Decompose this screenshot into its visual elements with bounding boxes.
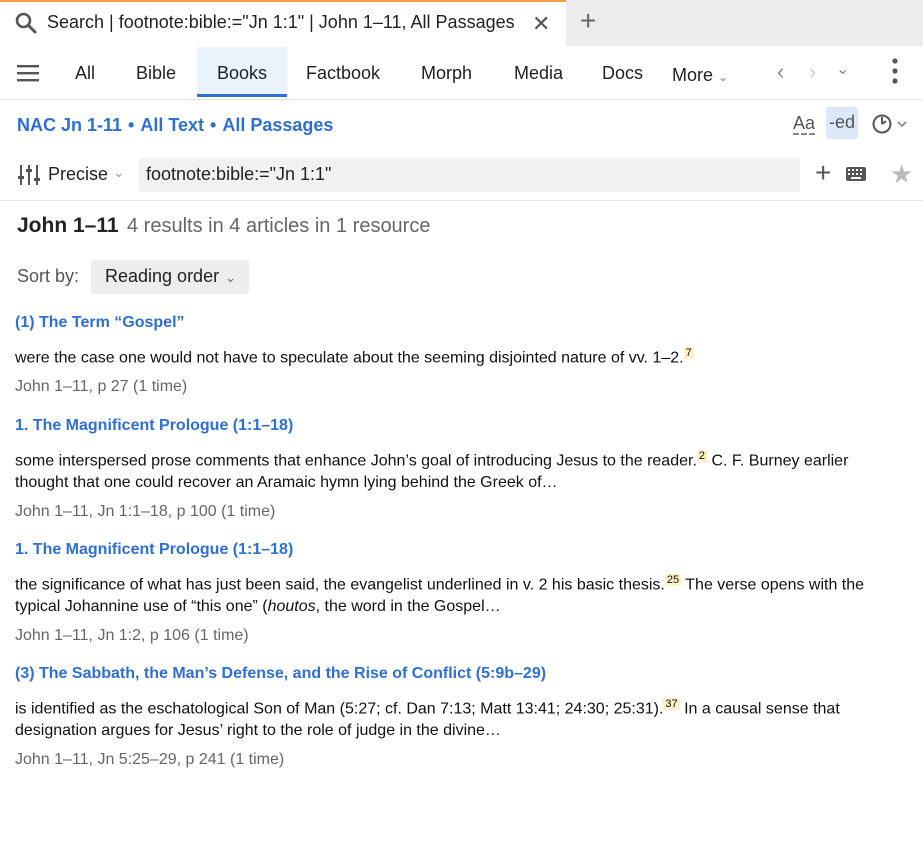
footnote-marker[interactable]: 25: [664, 574, 682, 586]
nav-media[interactable]: Media: [514, 63, 563, 84]
add-search-icon[interactable]: +: [815, 157, 831, 189]
favorite-star-icon[interactable]: ★: [890, 159, 913, 190]
snippet-italic-text: houtos: [267, 598, 316, 616]
nav-all[interactable]: All: [75, 63, 95, 84]
result-heading-link[interactable]: (1) The Term “Gospel”: [15, 312, 905, 334]
search-input[interactable]: footnote:bible:="Jn 1:1": [139, 158, 800, 192]
nav-docs[interactable]: Docs: [602, 63, 643, 84]
snippet-text: the significance of what has just been s…: [15, 576, 665, 594]
chevron-down-icon: ⌄: [718, 70, 729, 84]
result-snippet: were the case one would not have to spec…: [15, 342, 905, 369]
font-settings-button[interactable]: Aa: [793, 113, 816, 135]
nav-books[interactable]: Books: [217, 63, 267, 84]
keyboard-icon[interactable]: [846, 167, 866, 186]
result-heading-link[interactable]: 1. The Magnificent Prologue (1:1–18): [15, 415, 905, 437]
result-snippet: some interspersed prose comments that en…: [15, 445, 905, 494]
nav-bible[interactable]: Bible: [136, 63, 176, 84]
search-icon: [14, 11, 38, 40]
result-snippet: is identified as the eschatological Son …: [15, 693, 905, 742]
search-row: Precise ⌄ footnote:bible:="Jn 1:1" + ★: [0, 155, 923, 195]
history-dropdown-icon[interactable]: ⌄: [836, 59, 849, 79]
result-source[interactable]: John 1–11, Jn 1:1–18, p 100 (1 time): [15, 501, 905, 523]
search-result: 1. The Magnificent Prologue (1:1–18) the…: [15, 539, 905, 647]
search-scope-breadcrumb: NAC Jn 1-11 • All Text • All Passages: [17, 115, 333, 136]
scope-resource-link[interactable]: NAC Jn 1-11: [17, 115, 122, 135]
snippet-text: were the case one would not have to spec…: [15, 349, 684, 367]
hamburger-menu-icon[interactable]: [17, 64, 39, 87]
result-snippet: the significance of what has just been s…: [15, 569, 905, 618]
footnote-marker[interactable]: 37: [663, 698, 680, 710]
nav-more[interactable]: More ⌄: [672, 65, 728, 86]
snippet-text: , the word in the Gospel…: [315, 598, 501, 616]
footnote-marker[interactable]: 7: [683, 347, 694, 359]
sort-label: Sort by:: [17, 266, 80, 286]
search-settings-sliders-icon[interactable]: [17, 163, 41, 192]
sort-order-dropdown[interactable]: Reading order ⌄: [91, 260, 249, 294]
results-resource-title: John 1–11: [17, 214, 119, 237]
breadcrumb-separator: •: [128, 115, 135, 135]
scope-text-link[interactable]: All Text: [140, 115, 204, 135]
result-heading-link[interactable]: (3) The Sabbath, the Man’s Defense, and …: [15, 663, 905, 685]
nav-morph[interactable]: Morph: [421, 63, 472, 84]
chevron-down-icon: ⌄: [225, 270, 236, 285]
result-heading-link[interactable]: 1. The Magnificent Prologue (1:1–18): [15, 539, 905, 561]
result-source[interactable]: John 1–11, p 27 (1 time): [15, 376, 905, 398]
scope-passages-link[interactable]: All Passages: [222, 115, 333, 135]
result-source[interactable]: John 1–11, Jn 1:2, p 106 (1 time): [15, 625, 905, 647]
timer-dropdown-icon[interactable]: [872, 112, 910, 141]
search-result: (3) The Sabbath, the Man’s Defense, and …: [15, 663, 905, 771]
search-result: 1. The Magnificent Prologue (1:1–18) som…: [15, 415, 905, 523]
new-tab-icon[interactable]: +: [580, 6, 596, 36]
search-mode-dropdown[interactable]: Precise: [48, 164, 108, 185]
nav-more-label: More: [672, 65, 714, 85]
divider: [0, 200, 923, 201]
result-source[interactable]: John 1–11, Jn 5:25–29, p 241 (1 time): [15, 749, 905, 771]
results-count: 4 results in 4 articles in 1 resource: [127, 215, 431, 237]
search-result: (1) The Term “Gospel” were the case one …: [15, 312, 905, 398]
nav-factbook[interactable]: Factbook: [306, 63, 380, 84]
chevron-right-icon[interactable]: ›: [809, 59, 816, 85]
breadcrumb-separator: •: [210, 115, 217, 135]
edition-toggle-button[interactable]: -ed: [826, 107, 858, 139]
tab-strip: Search | footnote:bible:="Jn 1:1" | John…: [0, 0, 923, 46]
snippet-text: some interspersed prose comments that en…: [15, 452, 697, 470]
snippet-text: is identified as the eschatological Son …: [15, 700, 664, 718]
footnote-marker[interactable]: 2: [696, 450, 708, 462]
sort-order-value: Reading order: [105, 266, 220, 286]
resource-type-nav: All Bible Books Factbook Morph Media Doc…: [0, 46, 923, 100]
tab-title: Search | footnote:bible:="Jn 1:1" | John…: [47, 12, 515, 32]
chevron-down-icon[interactable]: ⌄: [113, 164, 125, 181]
close-tab-icon[interactable]: ✕: [532, 11, 550, 37]
search-tab[interactable]: Search | footnote:bible:="Jn 1:1" | John…: [0, 0, 566, 46]
chevron-left-icon[interactable]: ‹: [777, 59, 784, 85]
more-options-icon[interactable]: [892, 58, 898, 89]
